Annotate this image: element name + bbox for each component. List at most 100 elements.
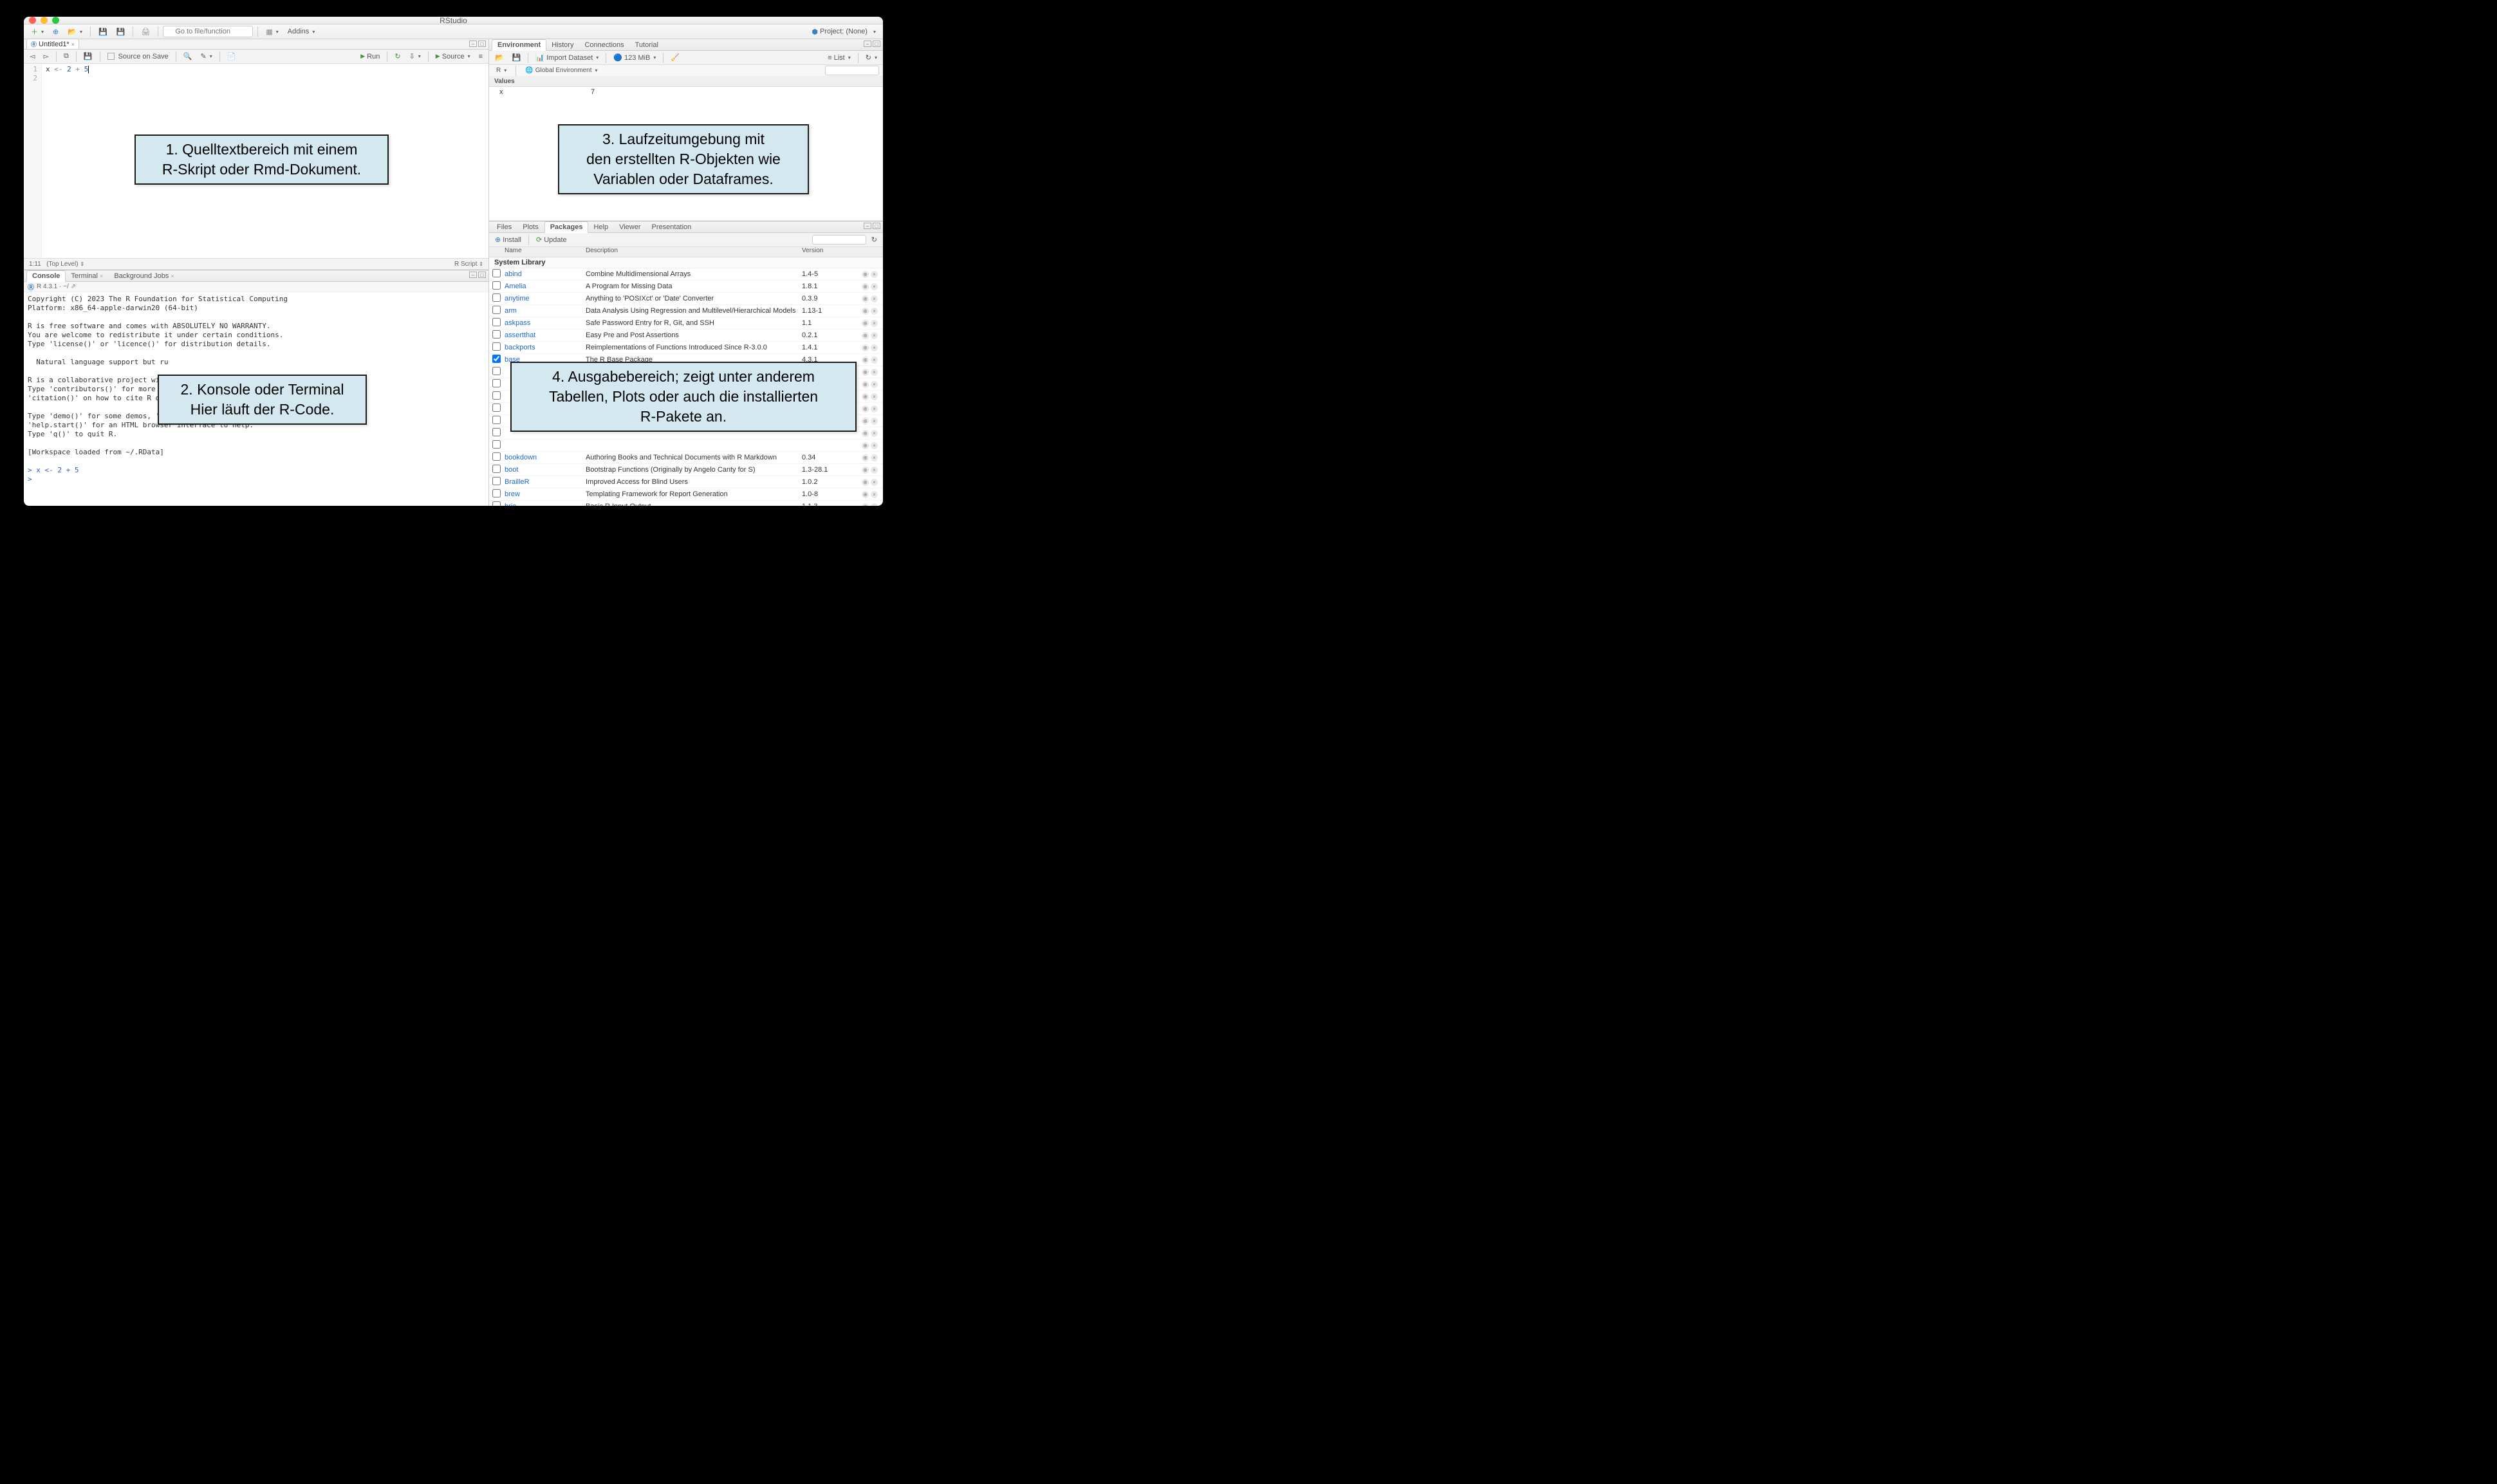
pkg-web-icon[interactable]: ⊕ <box>862 393 869 400</box>
pkg-checkbox[interactable] <box>492 489 501 497</box>
pkg-web-icon[interactable]: ⊕ <box>862 479 869 486</box>
browse-dir-icon[interactable]: ⇗ <box>71 283 76 290</box>
pkg-remove-icon[interactable]: × <box>871 357 878 364</box>
pkg-row[interactable]: abindCombine Multidimensional Arrays1.4-… <box>489 268 883 281</box>
pkg-checkbox[interactable] <box>492 379 501 387</box>
pkg-row[interactable]: ⊕× <box>489 440 883 452</box>
pkg-name[interactable]: brio <box>503 503 586 506</box>
rerun-button[interactable]: ↻ <box>391 50 404 62</box>
pkg-remove-icon[interactable]: × <box>871 308 878 315</box>
pkg-checkbox[interactable] <box>492 306 501 314</box>
wand-button[interactable]: ✎▾ <box>197 50 215 62</box>
pkg-checkbox[interactable] <box>492 391 501 400</box>
env-variable-row[interactable]: x 7 <box>489 87 883 97</box>
pkg-remove-icon[interactable]: × <box>871 405 878 413</box>
source-on-save-toggle[interactable]: Source on Save <box>104 51 172 62</box>
go-to-button[interactable]: ⇩▾ <box>406 50 424 62</box>
clear-workspace-button[interactable]: 🧹 <box>667 51 683 64</box>
save-all-button[interactable]: 💾 <box>113 26 129 38</box>
pkg-checkbox[interactable] <box>492 440 501 449</box>
tab-terminal[interactable]: Terminal × <box>66 271 109 281</box>
pkg-remove-icon[interactable]: × <box>871 479 878 486</box>
pkg-checkbox[interactable] <box>492 355 501 363</box>
pkg-name[interactable]: Amelia <box>503 283 586 290</box>
pkg-checkbox[interactable] <box>492 465 501 473</box>
save-workspace-button[interactable]: 💾 <box>509 51 524 64</box>
run-button[interactable]: ▶Run <box>357 51 383 62</box>
pkg-checkbox[interactable] <box>492 318 501 326</box>
open-file-button[interactable]: 📂▾ <box>64 26 86 38</box>
tab-tutorial[interactable]: Tutorial <box>630 40 664 50</box>
pkg-remove-icon[interactable]: × <box>871 454 878 461</box>
pkg-checkbox[interactable] <box>492 330 501 339</box>
maximize-pane-icon[interactable]: □ <box>873 223 880 229</box>
tab-viewer[interactable]: Viewer <box>614 222 646 232</box>
pkg-name[interactable]: assertthat <box>503 331 586 339</box>
minimize-pane-icon[interactable]: – <box>469 41 477 47</box>
tab-history[interactable]: History <box>546 40 579 50</box>
maximize-pane-icon[interactable]: □ <box>478 272 486 278</box>
pkg-name[interactable]: brew <box>503 490 586 498</box>
pkg-web-icon[interactable]: ⊕ <box>862 442 869 449</box>
print-button[interactable]: 🖨 <box>138 26 153 38</box>
pkg-remove-icon[interactable]: × <box>871 418 878 425</box>
pkg-web-icon[interactable]: ⊕ <box>862 418 869 425</box>
tab-environment[interactable]: Environment <box>492 39 546 51</box>
pkg-checkbox[interactable] <box>492 293 501 302</box>
pkg-row[interactable]: anytimeAnything to 'POSIXct' or 'Date' C… <box>489 293 883 305</box>
pkg-web-icon[interactable]: ⊕ <box>862 405 869 413</box>
pkg-web-icon[interactable]: ⊕ <box>862 357 869 364</box>
close-icon[interactable]: × <box>71 41 75 48</box>
pkg-web-icon[interactable]: ⊕ <box>862 332 869 339</box>
import-dataset-button[interactable]: 📊 Import Dataset▾ <box>532 51 602 64</box>
pkg-remove-icon[interactable]: × <box>871 442 878 449</box>
pkg-remove-icon[interactable]: × <box>871 430 878 437</box>
new-file-button[interactable]: ＋▾ <box>28 24 47 39</box>
pkg-row[interactable]: askpassSafe Password Entry for R, Git, a… <box>489 317 883 329</box>
pkg-name[interactable]: arm <box>503 307 586 315</box>
pkg-web-icon[interactable]: ⊕ <box>862 430 869 437</box>
pkg-remove-icon[interactable]: × <box>871 393 878 400</box>
outline-button[interactable]: ≡ <box>476 51 486 62</box>
tab-help[interactable]: Help <box>588 222 614 232</box>
pkg-remove-icon[interactable]: × <box>871 369 878 376</box>
install-button[interactable]: ⊕ Install <box>492 234 524 246</box>
pkg-row[interactable]: BrailleRImproved Access for Blind Users1… <box>489 476 883 488</box>
pkg-row[interactable]: bookdownAuthoring Books and Technical Do… <box>489 452 883 464</box>
tab-plots[interactable]: Plots <box>517 222 544 232</box>
pkg-remove-icon[interactable]: × <box>871 381 878 388</box>
env-scope[interactable]: 🌐 Global Environment▾ <box>522 65 600 76</box>
pkg-name[interactable]: BrailleR <box>503 478 586 486</box>
pkg-remove-icon[interactable]: × <box>871 491 878 498</box>
pkg-row[interactable]: assertthatEasy Pre and Post Assertions0.… <box>489 329 883 342</box>
maximize-pane-icon[interactable]: □ <box>478 41 486 47</box>
tab-connections[interactable]: Connections <box>579 40 629 50</box>
pkg-checkbox[interactable] <box>492 269 501 277</box>
pkg-remove-icon[interactable]: × <box>871 271 878 278</box>
tab-console[interactable]: Console <box>26 270 66 282</box>
refresh-button[interactable]: ↻▾ <box>862 51 880 64</box>
pkg-web-icon[interactable]: ⊕ <box>862 369 869 376</box>
compile-report-button[interactable]: 📄 <box>224 50 239 62</box>
pkg-web-icon[interactable]: ⊕ <box>862 344 869 351</box>
minimize-pane-icon[interactable]: – <box>864 223 871 229</box>
pkg-name[interactable]: bookdown <box>503 454 586 461</box>
load-workspace-button[interactable]: 📂 <box>492 51 507 64</box>
pkg-name[interactable]: boot <box>503 466 586 474</box>
pkg-search-input[interactable] <box>812 235 866 245</box>
pkg-web-icon[interactable]: ⊕ <box>862 454 869 461</box>
pkg-checkbox[interactable] <box>492 281 501 290</box>
pkg-checkbox[interactable] <box>492 342 501 351</box>
pkg-checkbox[interactable] <box>492 477 501 485</box>
pkg-row[interactable]: armData Analysis Using Regression and Mu… <box>489 305 883 317</box>
pkg-remove-icon[interactable]: × <box>871 467 878 474</box>
pkg-checkbox[interactable] <box>492 416 501 424</box>
pkg-web-icon[interactable]: ⊕ <box>862 381 869 388</box>
update-button[interactable]: ⟳ Update <box>533 234 570 246</box>
tab-presentation[interactable]: Presentation <box>647 222 698 232</box>
tab-bg-jobs[interactable]: Background Jobs × <box>109 271 180 281</box>
source-tab[interactable]: Ⓡ Untitled1* × <box>26 39 79 49</box>
find-button[interactable]: 🔍 <box>180 50 196 62</box>
pkg-remove-icon[interactable]: × <box>871 344 878 351</box>
minimize-pane-icon[interactable]: – <box>864 41 871 47</box>
